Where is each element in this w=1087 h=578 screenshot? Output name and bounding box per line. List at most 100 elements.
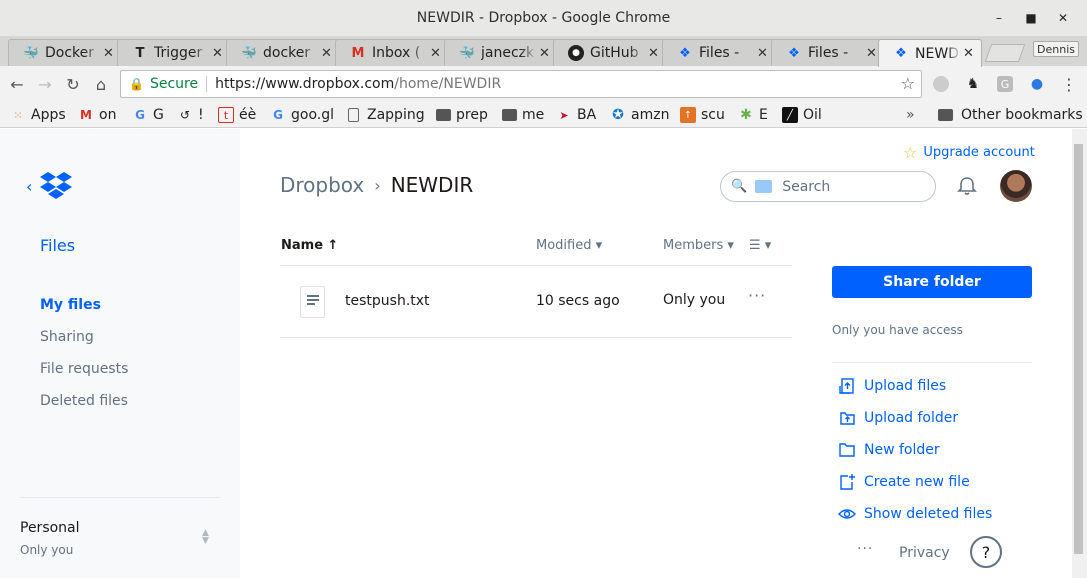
table-row[interactable]: testpush.txt 10 secs ago Only you ··· <box>280 266 792 338</box>
action-label: Upload folder <box>864 410 959 426</box>
tab-close-icon[interactable]: ✕ <box>866 46 878 61</box>
extension-globe-icon[interactable]: ● <box>1029 76 1045 92</box>
dropbox-icon: ❖ <box>895 46 907 61</box>
tab-close-icon[interactable]: ✕ <box>648 46 660 61</box>
bookmark-prep[interactable]: prep <box>436 106 488 124</box>
column-header-name[interactable]: Name ↑ <box>281 238 338 253</box>
account-name[interactable]: Personal <box>20 520 80 536</box>
bookmark-accents[interactable]: t éè <box>218 106 256 124</box>
google-icon: G <box>273 108 283 122</box>
forward-arrow-icon[interactable]: → <box>34 73 56 95</box>
view-toggle-icon[interactable]: ☰ ▾ <box>749 238 771 253</box>
bookmark-star-icon[interactable]: ☆ <box>901 74 915 93</box>
bookmark-ba[interactable]: ➤ BA <box>556 106 596 124</box>
bookmark-googl[interactable]: G goo.gl <box>270 106 334 124</box>
avatar[interactable] <box>1000 170 1032 202</box>
address-bar[interactable]: 🔒 Secure https://www.dropbox.com /home/N… <box>120 70 922 98</box>
sidebar-item-deleted-files[interactable]: Deleted files <box>40 393 128 409</box>
bookmark-apps[interactable]: ⁙ Apps <box>10 106 66 124</box>
tab-close-icon[interactable]: ✕ <box>757 46 769 61</box>
page-scrollbar[interactable] <box>1072 129 1087 578</box>
more-options-icon[interactable]: ··· <box>857 541 873 557</box>
reload-icon[interactable]: ↻ <box>62 73 84 95</box>
dropbox-logo-icon[interactable] <box>40 171 72 201</box>
minimize-button[interactable]: – <box>983 11 1015 25</box>
bookmark-scu[interactable]: ↑ scu <box>680 106 725 124</box>
tab-close-icon[interactable]: ✕ <box>321 46 333 61</box>
close-window-button[interactable]: ✕ <box>1047 11 1079 25</box>
more-options-icon[interactable]: ··· <box>748 286 766 305</box>
tab-files-1[interactable]: ❖ Files - ✕ <box>662 39 776 66</box>
bookmark-google[interactable]: G G <box>132 106 164 124</box>
upload-folder-action[interactable]: Upload folder <box>838 409 958 427</box>
back-arrow-icon[interactable]: ← <box>6 73 28 95</box>
chrome-menu-icon[interactable]: ⋮ <box>1061 75 1077 94</box>
github-icon: ● <box>568 45 584 61</box>
tab-github[interactable]: ● GitHub ✕ <box>553 39 667 66</box>
bookmark-label: ! <box>198 107 204 123</box>
breadcrumb-root[interactable]: Dropbox <box>280 173 364 197</box>
bookmark-zapping[interactable]: Zapping <box>348 106 425 124</box>
tab-close-icon[interactable]: ✕ <box>430 46 442 61</box>
other-bookmarks[interactable]: Other bookmarks <box>938 106 1083 124</box>
sidebar-item-sharing[interactable]: Sharing <box>40 329 94 345</box>
help-button[interactable]: ? <box>970 536 1002 568</box>
bookmark-oil[interactable]: ╱ Oil <box>782 106 822 124</box>
share-folder-button[interactable]: Share folder <box>832 266 1032 298</box>
column-header-members[interactable]: Members ▾ <box>663 238 734 253</box>
url-path: /home/NEWDIR <box>394 76 502 92</box>
action-label: Upload files <box>864 378 947 394</box>
bell-icon[interactable] <box>956 175 978 197</box>
upgrade-account-link[interactable]: ☆ Upgrade account <box>903 143 1035 162</box>
sidebar-files-heading[interactable]: Files <box>40 236 75 255</box>
bookmark-gmail[interactable]: M on <box>78 106 116 124</box>
bookmarks-overflow-button[interactable]: » <box>906 106 915 124</box>
tab-docker-2[interactable]: 🐳 docker ✕ <box>226 39 340 66</box>
column-header-modified[interactable]: Modified ▾ <box>536 238 602 253</box>
search-box[interactable]: 🔍 <box>720 171 936 202</box>
scrollbar-thumb[interactable] <box>1074 144 1083 554</box>
extension-gnome-icon[interactable]: ♞ <box>965 76 981 92</box>
folder-icon <box>938 109 953 121</box>
bookmark-label: Apps <box>31 107 66 123</box>
bookmark-history[interactable]: ↺ ! <box>177 106 204 124</box>
tab-label: Inbox ( <box>372 45 421 61</box>
tab-close-icon[interactable]: ✕ <box>212 46 224 61</box>
file-name[interactable]: testpush.txt <box>345 293 430 309</box>
panel-divider <box>832 362 1032 363</box>
upload-files-action[interactable]: Upload files <box>838 377 946 395</box>
create-new-file-action[interactable]: Create new file <box>838 473 970 491</box>
tab-trigger[interactable]: T Trigger ✕ <box>117 39 231 66</box>
maximize-button[interactable]: ■ <box>1015 11 1047 25</box>
e-icon: ✱ <box>740 107 752 123</box>
tab-janeczk[interactable]: 🐳 janeczk ✕ <box>444 39 558 66</box>
tab-close-icon[interactable]: ✕ <box>539 46 551 61</box>
bookmark-me[interactable]: me <box>502 106 544 124</box>
privacy-link[interactable]: Privacy <box>899 545 950 561</box>
chevron-left-icon[interactable]: ‹ <box>26 177 32 196</box>
tab-label: Trigger <box>154 45 203 61</box>
home-icon[interactable]: ⌂ <box>90 73 112 95</box>
profile-button[interactable]: Dennis <box>1033 41 1079 57</box>
tab-docker-1[interactable]: 🐳 Docker ✕ <box>8 39 122 66</box>
search-input[interactable] <box>782 178 923 195</box>
tab-files-2[interactable]: ❖ Files - ✕ <box>771 39 885 66</box>
bookmark-label: BA <box>577 107 597 123</box>
upgrade-label: Upgrade account <box>923 145 1035 160</box>
new-folder-action[interactable]: New folder <box>838 441 940 459</box>
new-tab-button[interactable] <box>984 44 1026 62</box>
tab-close-icon[interactable]: ✕ <box>963 46 975 61</box>
apps-grid-icon: ⁙ <box>13 108 23 122</box>
upload-folder-icon <box>840 412 855 425</box>
extension-g-icon[interactable]: G <box>997 76 1013 92</box>
bookmark-e[interactable]: ✱ E <box>738 106 768 124</box>
bookmark-amzn[interactable]: ✪ amzn <box>610 106 669 124</box>
sidebar-item-my-files[interactable]: My files <box>40 297 101 313</box>
extension-circle-icon[interactable] <box>933 76 949 92</box>
tab-newdir[interactable]: ❖ NEWDIR ✕ <box>878 39 982 67</box>
account-switcher-icon[interactable]: ▲ ▼ <box>202 529 209 546</box>
tab-inbox[interactable]: M Inbox ( ✕ <box>335 39 449 66</box>
tab-close-icon[interactable]: ✕ <box>103 46 115 61</box>
show-deleted-files-action[interactable]: Show deleted files <box>838 505 992 523</box>
sidebar-item-file-requests[interactable]: File requests <box>40 361 128 377</box>
